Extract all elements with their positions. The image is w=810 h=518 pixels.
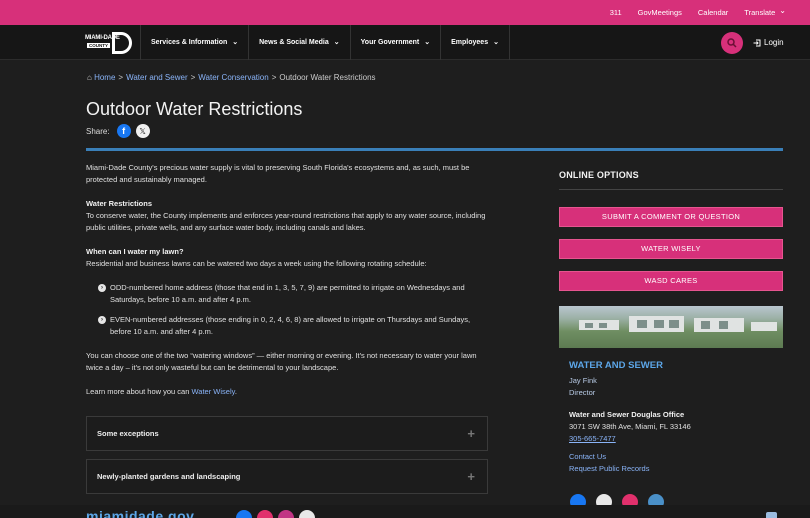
nav-item-employees[interactable]: Employees ⌄: [440, 25, 510, 60]
breadcrumb-separator: >: [118, 73, 124, 82]
accordion-label: Some exceptions: [97, 429, 159, 438]
nav-item-label: Your Government: [360, 39, 420, 46]
nav-item-services[interactable]: Services & Information ⌄: [140, 25, 248, 60]
lawn-body: Residential and business lawns can be wa…: [86, 259, 427, 268]
breadcrumb-home[interactable]: Home: [94, 73, 115, 82]
logo-text-secondary: COUNTY: [87, 43, 110, 48]
restrictions-body: To conserve water, the County implements…: [86, 211, 486, 232]
office-address: 3071 SW 38th Ave, Miami, FL 33146: [569, 422, 691, 431]
nav-item-label: Employees: [451, 39, 489, 46]
office-phone-link[interactable]: 305-665-7477: [569, 433, 783, 445]
facebook-share-icon[interactable]: f: [116, 124, 131, 138]
login-link[interactable]: Login: [753, 25, 784, 60]
nav-item-news[interactable]: News & Social Media ⌄: [248, 25, 350, 60]
login-icon: [753, 39, 761, 46]
intro-paragraph: Miami-Dade County's precious water suppl…: [86, 163, 470, 184]
breadcrumb: ⌂ Home > Water and Sewer > Water Conservatio…: [87, 73, 376, 82]
chevron-down-icon: ⌄: [333, 38, 340, 46]
restrictions-section: Water Restrictions To conserve water, th…: [86, 198, 491, 234]
main-content: Miami-Dade County's precious water suppl…: [86, 162, 491, 410]
director-title: Director: [569, 388, 596, 397]
footer-social-links: [236, 510, 315, 518]
facility-aerial-photo: [559, 306, 783, 348]
breadcrumb-water-conservation[interactable]: Water Conservation: [198, 73, 268, 82]
share-label: Share:: [86, 126, 110, 136]
restrictions-heading: Water Restrictions: [86, 199, 152, 208]
plus-icon: +: [467, 426, 475, 441]
accordion-label: Newly-planted gardens and landscaping: [97, 472, 241, 481]
water-wisely-link[interactable]: Water Wisely: [191, 387, 234, 396]
submit-comment-button[interactable]: SUBMIT A COMMENT OR QUESTION: [559, 207, 783, 227]
x-share-icon[interactable]: 𝕏: [135, 124, 150, 138]
share-bar: Share: f 𝕏: [86, 124, 150, 138]
schedule-item-text: ODD-numbered home address (those that en…: [110, 283, 465, 304]
x-icon[interactable]: [299, 510, 315, 518]
instagram-icon[interactable]: [257, 510, 273, 518]
utility-bar: 311 GovMeetings Calendar Translate: [0, 0, 810, 25]
department-name: WATER AND SEWER: [569, 360, 663, 371]
main-navbar: MIAMI-DADE COUNTY Services & Information…: [0, 25, 810, 60]
department-info: WATER AND SEWER Jay Fink Director Water …: [569, 360, 783, 475]
chevron-down-icon: ⌄: [424, 38, 431, 46]
schedule-item-odd: › ODD-numbered home address (those that …: [86, 282, 491, 306]
accordion-some-exceptions[interactable]: Some exceptions +: [86, 416, 488, 451]
title-divider: [86, 148, 783, 151]
utility-links: 311 GovMeetings Calendar Translate: [594, 0, 786, 25]
learn-more-paragraph: Learn more about how you can Water Wisel…: [86, 386, 491, 398]
utility-link-311[interactable]: 311: [610, 8, 622, 17]
contact-us-link[interactable]: Contact Us: [569, 451, 783, 463]
lawn-heading: When can I water my lawn?: [86, 247, 184, 256]
director-name: Jay Fink: [569, 376, 597, 385]
search-icon: [727, 38, 737, 48]
plus-icon: +: [467, 469, 475, 484]
breadcrumb-current: Outdoor Water Restrictions: [279, 73, 376, 82]
nav-item-label: News & Social Media: [259, 39, 329, 46]
translate-dropdown[interactable]: Translate: [744, 8, 786, 17]
page-title: Outdoor Water Restrictions: [86, 99, 303, 119]
breadcrumb-separator: >: [190, 73, 196, 82]
public-records-link[interactable]: Request Public Records: [569, 463, 783, 475]
breadcrumb-water-and-sewer[interactable]: Water and Sewer: [126, 73, 188, 82]
office-name: Water and Sewer Douglas Office: [569, 410, 685, 419]
flickr-icon[interactable]: [278, 510, 294, 518]
online-options-heading: ONLINE OPTIONS: [559, 170, 783, 190]
home-icon[interactable]: ⌂: [87, 73, 92, 82]
back-to-top-icon[interactable]: [766, 512, 777, 518]
chevron-right-circle-icon: ›: [98, 284, 106, 292]
watering-windows-paragraph: You can choose one of the two “watering …: [86, 351, 477, 372]
wasd-cares-button[interactable]: WASD CARES: [559, 271, 783, 291]
utility-link-govmeetings[interactable]: GovMeetings: [638, 8, 682, 17]
lawn-section: When can I water my lawn? Residential an…: [86, 246, 491, 270]
chevron-down-icon: ⌄: [232, 38, 239, 46]
login-label: Login: [764, 38, 784, 47]
nav-item-label: Services & Information: [151, 39, 228, 46]
footer-logo[interactable]: miamidade.gov: [86, 508, 194, 518]
logo-d-mark-icon: [112, 32, 132, 54]
nav-menu: Services & Information ⌄ News & Social M…: [140, 25, 510, 60]
learn-more-suffix: .: [234, 387, 237, 396]
learn-more-prefix: Learn more about how you can: [86, 387, 192, 396]
chevron-right-circle-icon: ›: [98, 316, 106, 324]
nav-item-government[interactable]: Your Government ⌄: [349, 25, 440, 60]
search-button[interactable]: [721, 32, 743, 54]
schedule-item-text: EVEN-numbered addresses (those ending in…: [110, 315, 471, 336]
accordion-new-gardens[interactable]: Newly-planted gardens and landscaping +: [86, 459, 488, 494]
facebook-icon[interactable]: [236, 510, 252, 518]
sidebar: ONLINE OPTIONS SUBMIT A COMMENT OR QUEST…: [559, 170, 783, 510]
breadcrumb-separator: >: [271, 73, 277, 82]
utility-link-calendar[interactable]: Calendar: [698, 8, 728, 17]
water-wisely-button[interactable]: WATER WISELY: [559, 239, 783, 259]
chevron-down-icon: ⌄: [493, 38, 499, 46]
schedule-item-even: › EVEN-numbered addresses (those ending …: [86, 314, 491, 338]
county-logo[interactable]: MIAMI-DADE COUNTY: [85, 32, 133, 54]
site-footer: miamidade.gov: [0, 505, 810, 518]
